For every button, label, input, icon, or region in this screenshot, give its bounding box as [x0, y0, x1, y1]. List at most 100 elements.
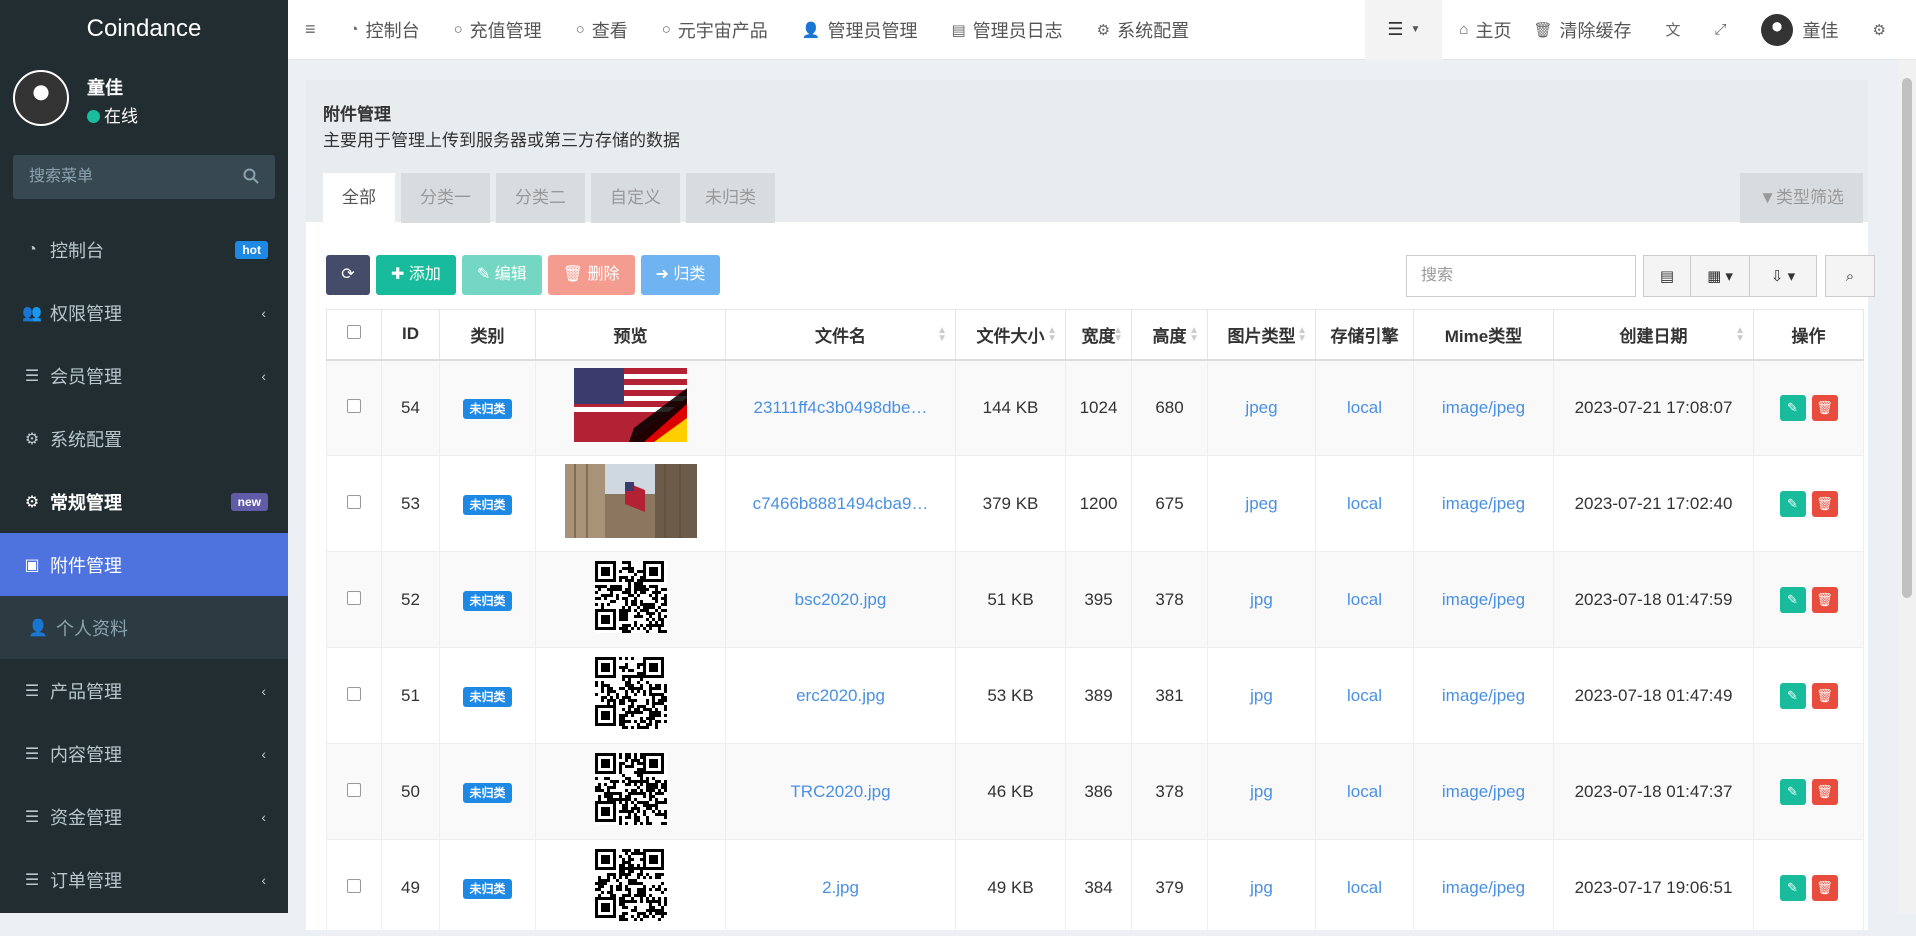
image-type-link[interactable]: jpeg [1245, 398, 1277, 417]
row-checkbox[interactable] [347, 398, 361, 413]
row-checkbox[interactable] [347, 878, 361, 893]
row-delete-button[interactable]: 🗑 [1811, 394, 1838, 421]
tab-custom[interactable]: 自定义 [591, 173, 680, 223]
sidebar-item-funds[interactable]: ☰ 资金管理 ‹ [0, 785, 288, 848]
export-button[interactable]: ⇩ ▾ [1749, 255, 1817, 297]
filename-link[interactable]: erc2020.jpg [796, 686, 885, 705]
table-row[interactable]: 50 未归类 TRC2020.jpg 46 KB 386 378 jpg local image… [326, 743, 1864, 840]
tab-all[interactable]: 全部 [323, 173, 395, 223]
select-all-checkbox[interactable] [347, 325, 361, 340]
row-edit-button[interactable]: ✎ [1779, 490, 1806, 517]
filename-link[interactable]: TRC2020.jpg [790, 782, 890, 801]
col-filename[interactable]: 文件名 ▲ ▼ [725, 309, 956, 361]
storage-link[interactable]: local [1347, 590, 1382, 609]
app-logo[interactable]: Coindance [0, 0, 288, 60]
sidebar-item-permissions[interactable]: 👥 权限管理 ‹ [0, 281, 288, 344]
qr-code-thumbnail[interactable] [594, 753, 667, 825]
sidebar-item-attachments[interactable]: ▣ 附件管理 [0, 533, 288, 596]
row-edit-button[interactable]: ✎ [1779, 394, 1806, 421]
mime-link[interactable]: image/jpeg [1442, 686, 1525, 705]
classify-button[interactable]: ➜ 归类 [640, 255, 721, 295]
scrollbar-thumb[interactable] [1902, 78, 1912, 598]
col-height[interactable]: 高度 ▲ ▼ [1131, 309, 1208, 361]
edit-button[interactable]: ✎ 编辑 [461, 255, 542, 295]
qr-code-thumbnail[interactable] [594, 657, 667, 729]
col-created[interactable]: 创建日期 ▲ ▼ [1553, 309, 1754, 361]
row-delete-button[interactable]: 🗑 [1811, 778, 1838, 805]
storage-link[interactable]: local [1347, 782, 1382, 801]
table-row[interactable]: 53 未归类 c7466b8881494cba9… 379 KB 1200 675 jpeg… [326, 455, 1864, 552]
nav-system-config[interactable]: ⚙ 系统配置 [1080, 0, 1206, 60]
mime-link[interactable]: image/jpeg [1442, 494, 1525, 513]
col-image-type[interactable]: 图片类型 ▲ ▼ [1207, 309, 1316, 361]
col-width[interactable]: 宽度 ▲ ▼ [1065, 309, 1132, 361]
table-row[interactable]: 51 未归类 erc2020.jpg 53 KB 389 381 jpg local image… [326, 647, 1864, 744]
filename-link[interactable]: c7466b8881494cba9… [753, 494, 929, 513]
advanced-search-button[interactable]: ⌕ [1825, 255, 1875, 297]
page-scrollbar[interactable] [1898, 60, 1916, 913]
nav-menu-dropdown[interactable]: ☰ ▼ [1365, 0, 1443, 60]
tab-uncategorized[interactable]: 未归类 [686, 173, 775, 223]
storage-link[interactable]: local [1347, 686, 1382, 705]
mime-link[interactable]: image/jpeg [1442, 398, 1525, 417]
storage-link[interactable]: local [1347, 398, 1382, 417]
toggle-view-button[interactable]: ▤ [1643, 255, 1691, 297]
table-search-input[interactable] [1406, 255, 1636, 297]
storage-link[interactable]: local [1347, 494, 1382, 513]
mime-link[interactable]: image/jpeg [1442, 878, 1525, 897]
search-icon[interactable] [243, 168, 259, 184]
sidebar-item-products[interactable]: ☰ 产品管理 ‹ [0, 659, 288, 722]
qr-code-thumbnail[interactable] [594, 561, 667, 633]
columns-button[interactable]: ▦ ▾ [1690, 255, 1750, 297]
nav-settings[interactable]: ⚙ [1856, 0, 1916, 60]
row-edit-button[interactable]: ✎ [1779, 682, 1806, 709]
filename-link[interactable]: 2.jpg [822, 878, 859, 897]
mime-link[interactable]: image/jpeg [1442, 782, 1525, 801]
col-id[interactable]: ID [381, 309, 440, 361]
filename-link[interactable]: bsc2020.jpg [795, 590, 887, 609]
nav-fullscreen[interactable]: ⤢ [1698, 0, 1744, 60]
row-checkbox[interactable] [347, 494, 361, 509]
nav-recharge[interactable]: ○ 充值管理 [437, 0, 559, 60]
image-type-link[interactable]: jpg [1250, 686, 1273, 705]
refresh-button[interactable]: ⟳ [326, 255, 370, 295]
row-delete-button[interactable]: 🗑 [1811, 586, 1838, 613]
nav-user[interactable]: 童佳 [1744, 0, 1856, 60]
row-delete-button[interactable]: 🗑 [1811, 490, 1838, 517]
row-checkbox[interactable] [347, 782, 361, 797]
row-checkbox[interactable] [347, 590, 361, 605]
nav-dashboard[interactable]: ◔ 控制台 [333, 0, 437, 60]
nav-admins[interactable]: 👤 管理员管理 [785, 0, 935, 60]
tab-category-one[interactable]: 分类一 [401, 173, 490, 223]
row-delete-button[interactable]: 🗑 [1811, 874, 1838, 901]
row-checkbox[interactable] [347, 686, 361, 701]
image-type-link[interactable]: jpeg [1245, 494, 1277, 513]
nav-view[interactable]: ○ 查看 [559, 0, 645, 60]
image-type-link[interactable]: jpg [1250, 590, 1273, 609]
row-edit-button[interactable]: ✎ [1779, 586, 1806, 613]
nav-language[interactable]: 文 [1649, 0, 1698, 60]
image-type-link[interactable]: jpg [1250, 878, 1273, 897]
nav-clear-cache[interactable]: 🗑 清除缓存 [1528, 0, 1648, 60]
sidebar-toggle[interactable]: ≡ [288, 0, 333, 60]
sidebar-item-system-config[interactable]: ⚙ 系统配置 [0, 407, 288, 470]
row-edit-button[interactable]: ✎ [1779, 874, 1806, 901]
nav-admin-log[interactable]: ▤ 管理员日志 [934, 0, 1079, 60]
image-type-link[interactable]: jpg [1250, 782, 1273, 801]
mime-link[interactable]: image/jpeg [1442, 590, 1525, 609]
row-edit-button[interactable]: ✎ [1779, 778, 1806, 805]
sidebar-item-general[interactable]: ⚙ 常规管理 new [0, 470, 288, 533]
nav-metaverse[interactable]: ○ 元宇宙产品 [645, 0, 785, 60]
row-delete-button[interactable]: 🗑 [1811, 682, 1838, 709]
storage-link[interactable]: local [1347, 878, 1382, 897]
add-button[interactable]: ✚ 添加 [376, 255, 456, 295]
flag-thumbnail[interactable] [574, 368, 687, 443]
col-filesize[interactable]: 文件大小 ▲ ▼ [955, 309, 1066, 361]
table-row[interactable]: 52 未归类 bsc2020.jpg 51 KB 395 378 jpg local image… [326, 551, 1864, 648]
sidebar-item-profile[interactable]: 👤 个人资料 [0, 596, 288, 659]
sidebar-item-orders[interactable]: ☰ 订单管理 ‹ [0, 848, 288, 911]
sidebar-item-members[interactable]: ☰ 会员管理 ‹ [0, 344, 288, 407]
filename-link[interactable]: 23111ff4c3b0498dbe… [754, 398, 928, 417]
tab-category-two[interactable]: 分类二 [496, 173, 585, 223]
building-thumbnail[interactable] [564, 464, 697, 538]
